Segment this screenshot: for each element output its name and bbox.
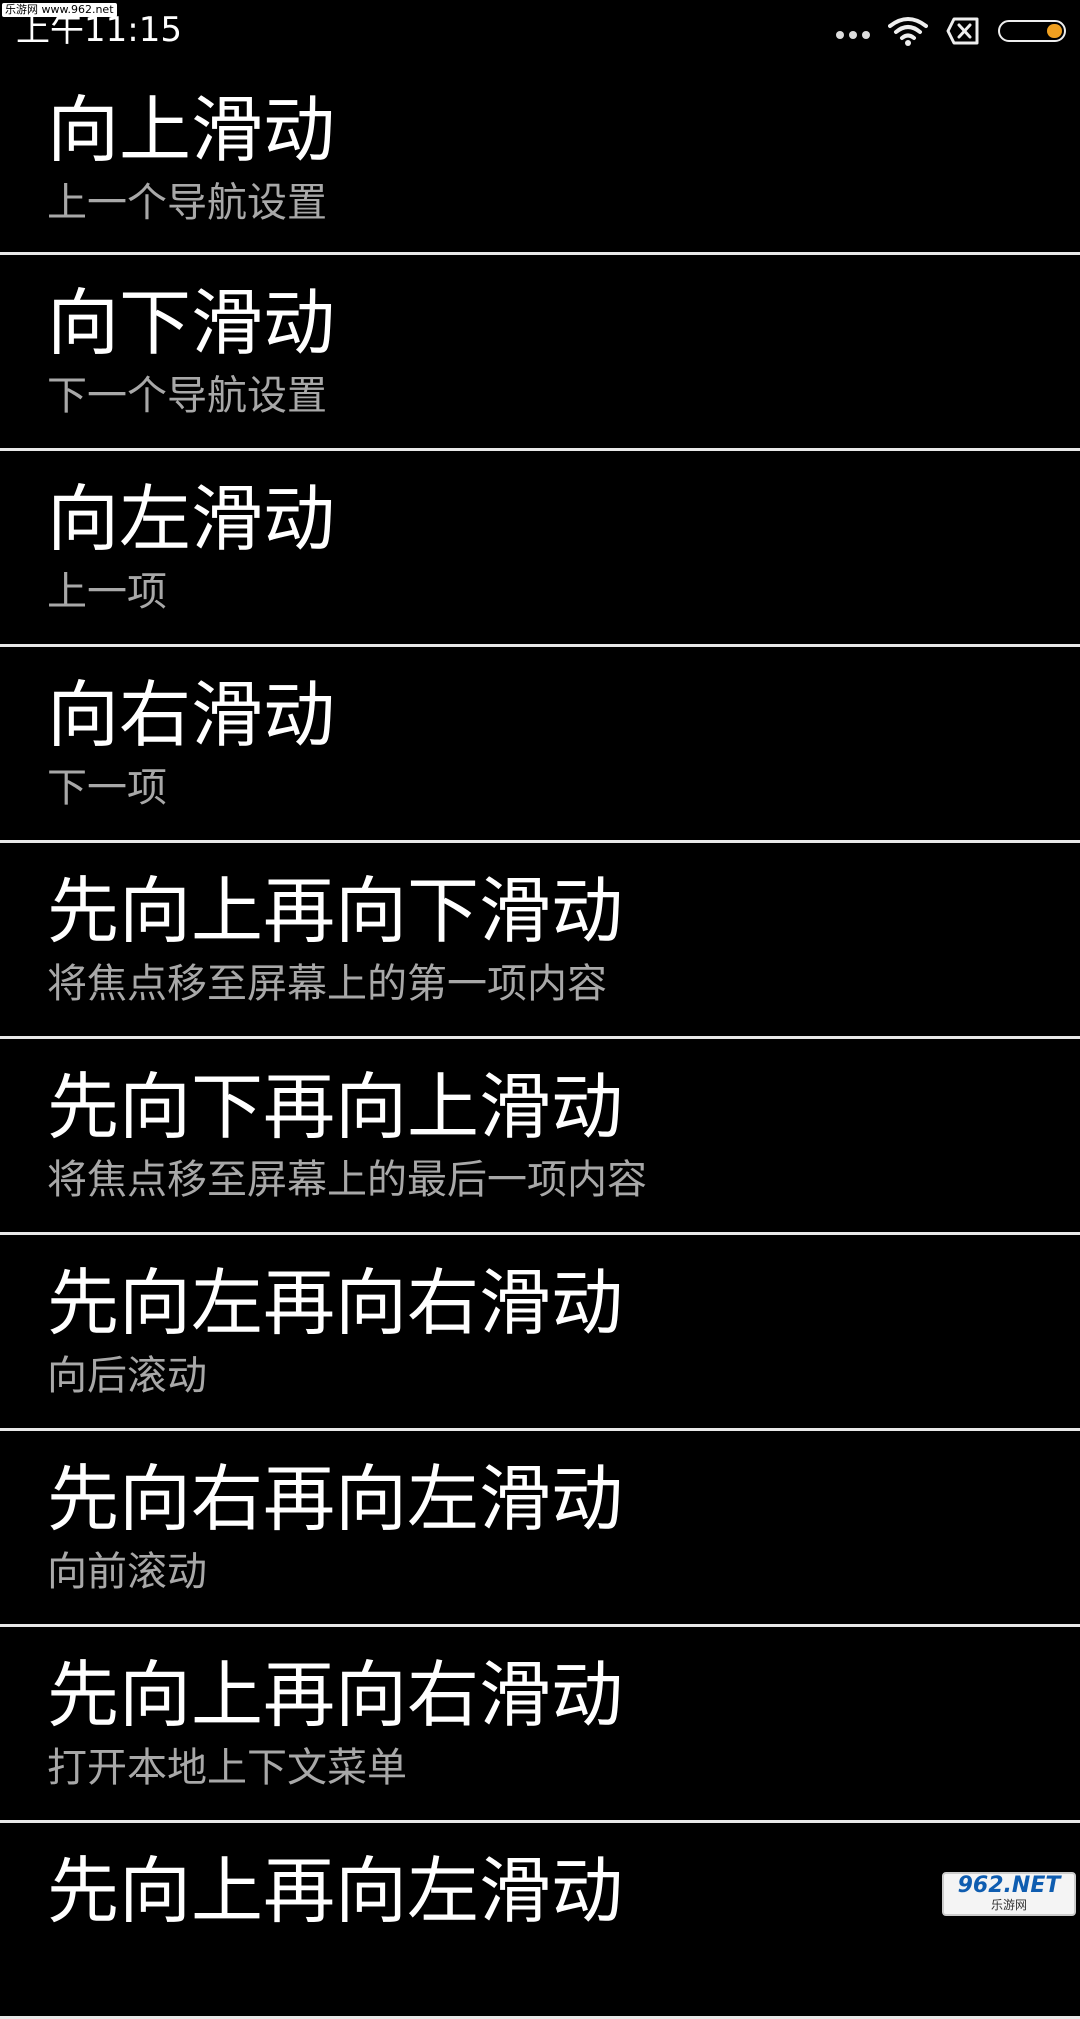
battery-level-fill [1047, 24, 1062, 38]
gesture-list-item[interactable]: 向上滑动上一个导航设置 [0, 62, 1080, 255]
gesture-title: 先向上再向下滑动 [47, 869, 624, 953]
battery-icon [998, 20, 1066, 42]
wifi-icon [888, 17, 928, 46]
gesture-description: 下一个导航设置 [47, 373, 327, 419]
gesture-description: 将焦点移至屏幕上的最后一项内容 [47, 1157, 647, 1203]
gesture-title: 向右滑动 [47, 673, 336, 757]
gesture-list-item[interactable]: 向下滑动下一个导航设置 [0, 255, 1080, 451]
status-icons [836, 14, 1066, 48]
more-dots-icon [836, 31, 870, 39]
gesture-description: 打开本地上下文菜单 [47, 1745, 407, 1791]
gesture-description: 下一项 [47, 765, 167, 811]
gesture-title: 向左滑动 [47, 477, 336, 561]
gesture-list-item[interactable]: 向右滑动 下一项 [0, 647, 1080, 843]
gesture-list-item[interactable]: 先向上再向右滑动打开本地上下文菜单 [0, 1627, 1080, 1823]
gesture-list-item[interactable]: 先向下再向上滑动将焦点移至屏幕上的最后一项内容 [0, 1039, 1080, 1235]
gesture-title: 先向上再向右滑动 [47, 1653, 624, 1737]
gesture-list-item[interactable]: 先向右再向左滑动向前滚动 [0, 1431, 1080, 1627]
sim-error-icon [946, 17, 979, 45]
gesture-list-item[interactable]: 向左滑动 上一项 [0, 451, 1080, 647]
gesture-title: 向下滑动 [47, 281, 336, 365]
watermark-bottom-logo: 962.NET 乐游网 [942, 1872, 1076, 1916]
gesture-description: 上一项 [47, 569, 167, 615]
gesture-description: 向后滚动 [47, 1353, 207, 1399]
gesture-title: 先向下再向上滑动 [47, 1065, 624, 1149]
gesture-list-item[interactable]: 先向上再向下滑动将焦点移至屏幕上的第一项内容 [0, 843, 1080, 1039]
gesture-title: 先向上再向左滑动 [47, 1849, 624, 1933]
gesture-list-item[interactable]: 先向左再向右滑动向后滚动 [0, 1235, 1080, 1431]
gesture-list-item[interactable]: 先向上再向左滑动 [0, 1823, 1080, 2019]
gesture-title: 先向左再向右滑动 [47, 1261, 624, 1345]
watermark-brand: 962.NET [957, 1873, 1061, 1898]
watermark-sub: 乐游网 [990, 1898, 1027, 1912]
gesture-title: 向上滑动 [47, 88, 336, 172]
gesture-title: 先向右再向左滑动 [47, 1457, 624, 1541]
status-time: 上午11:15 [16, 10, 182, 50]
gesture-description: 上一个导航设置 [47, 180, 327, 226]
gesture-description: 向前滚动 [47, 1549, 207, 1595]
status-bar: 乐游网 www.962.net 上午11:15 [0, 0, 1080, 62]
gesture-description: 将焦点移至屏幕上的第一项内容 [47, 961, 607, 1007]
gesture-list: 向上滑动上一个导航设置向下滑动下一个导航设置向左滑动上一项向右滑动下一项先向上再… [0, 62, 1080, 2019]
